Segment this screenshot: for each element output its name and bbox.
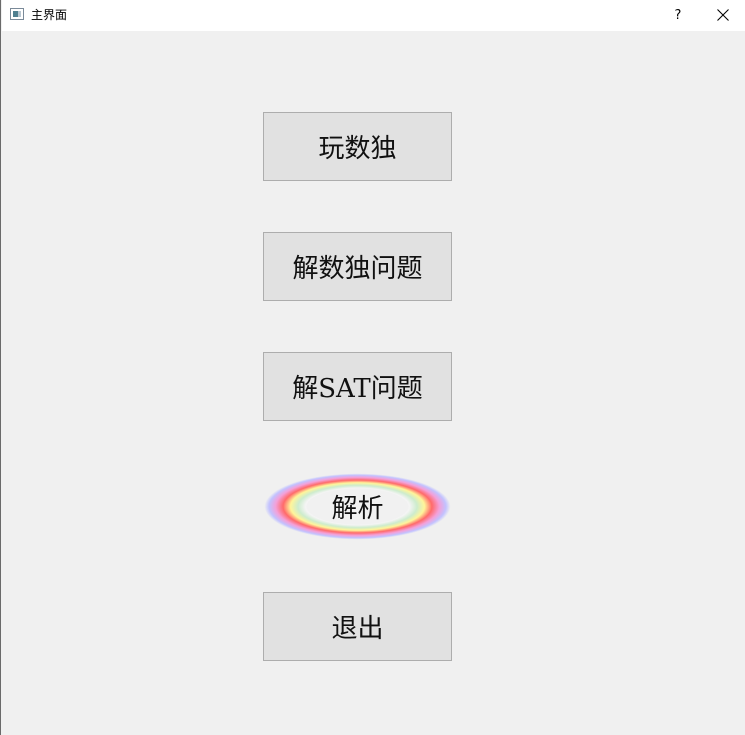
play-sudoku-label: 玩数独: [318, 134, 397, 164]
solve-sudoku-button[interactable]: 解数独问题: [263, 232, 452, 301]
play-sudoku-button[interactable]: 玩数独: [263, 112, 452, 181]
parse-label: 解析: [331, 494, 384, 524]
solve-sat-button[interactable]: 解SAT问题: [263, 352, 452, 421]
solve-sat-label: 解SAT问题: [292, 374, 423, 404]
exit-label: 退出: [331, 614, 384, 644]
window-title: 主界面: [31, 8, 68, 22]
close-icon: [717, 9, 729, 21]
solve-sudoku-label: 解数独问题: [292, 254, 423, 284]
main-window: 主界面 ? 玩数独 解数独问题 解SAT问题 解析 退出: [0, 0, 745, 735]
close-button[interactable]: [700, 0, 745, 31]
exit-button[interactable]: 退出: [263, 592, 452, 661]
help-button[interactable]: ?: [663, 0, 693, 31]
parse-button[interactable]: 解析: [263, 472, 452, 541]
window-app-icon: [10, 8, 24, 20]
title-bar[interactable]: 主界面 ?: [2, 0, 745, 31]
